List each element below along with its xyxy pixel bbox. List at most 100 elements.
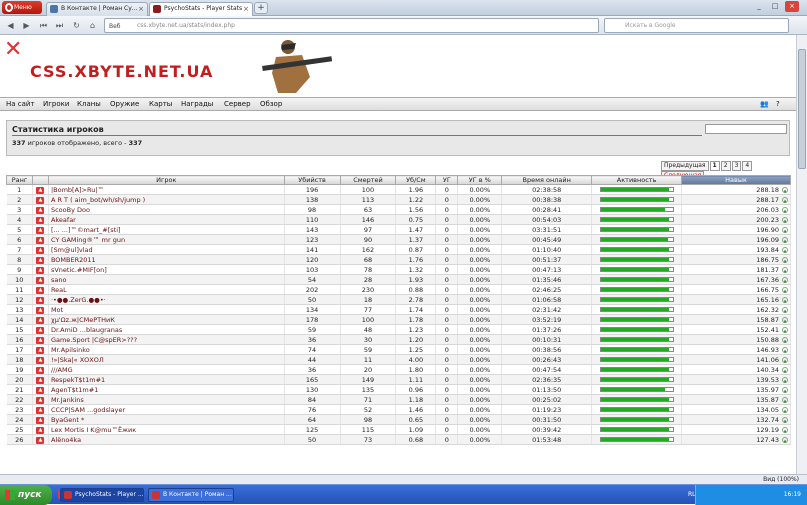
- player-cell[interactable]: BOMBER2011: [48, 254, 285, 265]
- player-name-link[interactable]: Mr.Jankins: [51, 396, 84, 404]
- table-row[interactable]: 21 ▲ AgenT$t1m#1 130 135 0.96 0 0.00% 01:13:50 13…: [6, 384, 791, 395]
- table-row[interactable]: 8 ▲ BOMBER2011 120 68 1.76 0 0.00% 00:51:37 186.7…: [6, 254, 791, 265]
- table-row[interactable]: 19 ▲///AMG 36 20 1.80 0 0.00% 00:47:54 140.34 ▲: [6, 364, 791, 375]
- table-row[interactable]: 2 ▲ A R T ( aim_bot/wh/sh/jump ) 138 113 1.22…: [6, 194, 791, 205]
- menu-item-weapons[interactable]: Оружие: [110, 100, 139, 108]
- player-cell[interactable]: Game.Sport |C@spER>???: [48, 334, 285, 345]
- table-row[interactable]: 20 ▲ RespekT$t1m#1 165 149 1.11 0 0.00% 02:36:35…: [6, 374, 791, 385]
- player-cell[interactable]: Mr.Apilsinko: [48, 344, 285, 355]
- player-cell[interactable]: [... ...]™©mart_#[sti]: [48, 224, 285, 235]
- table-row[interactable]: 13 ▲ Mot 134 77 1.74 0 0.00% 02:31:42 162.32 ▲: [6, 304, 791, 315]
- col-player[interactable]: Игрок: [47, 175, 285, 185]
- page-4[interactable]: 4: [742, 161, 753, 171]
- table-row[interactable]: 10 ▲ sano 54 28 1.93 0 0.00% 01:35:46 167.36 ▲: [6, 274, 791, 285]
- page-1[interactable]: 1: [709, 161, 720, 171]
- player-cell[interactable]: Akeafar: [48, 214, 285, 225]
- table-row[interactable]: 4 ▲ Akeafar 110 146 0.75 0 0.00% 00:54:03 200.23 ▲: [6, 214, 791, 225]
- col-rank[interactable]: Ранг: [6, 175, 33, 185]
- maximize-button[interactable]: □: [768, 1, 782, 12]
- player-cell[interactable]: ByaGent *: [48, 414, 285, 425]
- home-icon[interactable]: ⌂: [86, 19, 99, 32]
- menu-item-server[interactable]: Сервер: [224, 100, 251, 108]
- player-cell[interactable]: Mot: [48, 304, 285, 315]
- col-online-time[interactable]: Время онлайн: [501, 175, 593, 185]
- player-cell[interactable]: ScooBy Doo: [48, 204, 285, 215]
- page-3[interactable]: 3: [731, 161, 742, 171]
- help-icon[interactable]: ?: [776, 100, 780, 108]
- prev-page-button[interactable]: Предыдущая: [661, 161, 709, 171]
- menu-item-home[interactable]: На сайт: [6, 100, 35, 108]
- close-window-button[interactable]: ×: [785, 1, 799, 12]
- table-row[interactable]: 23 ▲ CCCP|SAM ...godslayer 76 52 1.46 0 0.00% 01…: [6, 404, 791, 415]
- player-cell[interactable]: sVnetic.#MIF[on]: [48, 264, 285, 275]
- table-row[interactable]: 6 ▲ CY GAMing®™ mr gun 123 90 1.37 0 0.00% 00:45…: [6, 234, 791, 245]
- close-tab-icon[interactable]: ×: [243, 3, 249, 15]
- player-cell[interactable]: A R T ( aim_bot/wh/sh/jump ): [48, 194, 285, 205]
- menu-item-overview[interactable]: Обзор: [260, 100, 282, 108]
- player-name-link[interactable]: ByaGent *: [51, 416, 84, 424]
- table-row[interactable]: 26 ▲ Alёno4ka 50 73 0.68 0 0.00% 01:53:48 127.43 ▲: [6, 434, 791, 445]
- menu-item-players[interactable]: Игроки: [43, 100, 69, 108]
- player-cell[interactable]: Dr.AmiD ...blaugranas: [48, 324, 285, 335]
- player-cell[interactable]: CY GAMing®™ mr gun: [48, 234, 285, 245]
- table-row[interactable]: 22 ▲ Mr.Jankins 84 71 1.18 0 0.00% 00:25:02 135.8…: [6, 394, 791, 405]
- table-row[interactable]: 17 ▲ Mr.Apilsinko 74 59 1.25 0 0.00% 00:38:56 146…: [6, 344, 791, 355]
- player-name-link[interactable]: χμ'Ωz.ж|СМеРТНиК: [51, 316, 115, 324]
- col-hs[interactable]: УГ: [435, 175, 459, 185]
- player-name-link[interactable]: ///AMG: [51, 366, 73, 374]
- taskbar-item-vkontakte[interactable]: В Контакте | Роман ...: [148, 488, 234, 502]
- player-cell[interactable]: [Sm@ul]vlad: [48, 244, 285, 255]
- scrollbar-thumb[interactable]: [798, 49, 806, 169]
- users-icon[interactable]: 👥: [760, 100, 769, 108]
- table-row[interactable]: 11 ▲ ReaL 202 230 0.88 0 0.00% 02:46:25 166.75 ▲: [6, 284, 791, 295]
- player-name-link[interactable]: ReaL: [51, 286, 67, 294]
- table-row[interactable]: 7 ▲ [Sm@ul]vlad 141 162 0.87 0 0.00% 01:10:40 193…: [6, 244, 791, 255]
- table-row[interactable]: 14 ▲ χμ'Ωz.ж|СМеРТНиК 178 100 1.78 0 0.00% 03:52…: [6, 314, 791, 325]
- table-row[interactable]: 25 ▲ Lex Mortis I K@mu™Ёжик 125 115 1.09 0 0.00…: [6, 424, 791, 435]
- player-name-link[interactable]: Lex Mortis I K@mu™Ёжик: [51, 426, 136, 434]
- player-cell[interactable]: ///AMG: [48, 364, 285, 375]
- table-row[interactable]: 24 ▲ ByaGent * 64 98 0.65 0 0.00% 00:31:50 132.74…: [6, 414, 791, 425]
- player-cell[interactable]: ·•●●.ZerG.●●•·: [48, 294, 285, 305]
- player-name-link[interactable]: ScooBy Doo: [51, 206, 90, 214]
- player-cell[interactable]: |Bomb[A]>Ru|™: [48, 184, 285, 195]
- player-name-link[interactable]: AgenT$t1m#1: [51, 386, 98, 394]
- col-kills[interactable]: Убийств: [283, 175, 341, 185]
- player-name-link[interactable]: Dr.AmiD ...blaugranas: [51, 326, 122, 334]
- table-row[interactable]: 3 ▲ ScooBy Doo 98 63 1.56 0 0.00% 00:28:41 206.03…: [6, 204, 791, 215]
- table-row[interactable]: 18 ▲ !»|Ska|« ХОХОЛ 44 11 4.00 0 0.00% 00:26:43 1…: [6, 354, 791, 365]
- page-scrollbar[interactable]: [796, 35, 807, 484]
- table-row[interactable]: 5 ▲ [... ...]™©mart_#[sti] 143 97 1.47 0 0.00% 0…: [6, 224, 791, 235]
- start-button[interactable]: пуск: [0, 485, 52, 505]
- table-row[interactable]: 16 ▲ Game.Sport |C@spER>??? 36 30 1.20 0 0.00% 0…: [6, 334, 791, 345]
- player-name-link[interactable]: Game.Sport |C@spER>???: [51, 336, 137, 344]
- col-hs-pct[interactable]: УГ в %: [457, 175, 503, 185]
- fast-forward-icon[interactable]: ⏭: [53, 19, 66, 32]
- opera-menu-button[interactable]: Меню: [2, 1, 42, 14]
- col-skill[interactable]: Навык: [681, 175, 791, 185]
- col-kd[interactable]: Уб/См: [395, 175, 437, 185]
- col-activity[interactable]: Активность: [591, 175, 683, 185]
- player-cell[interactable]: !»|Ska|« ХОХОЛ: [48, 354, 285, 365]
- player-name-link[interactable]: Mr.Apilsinko: [51, 346, 90, 354]
- back-icon[interactable]: ◀: [4, 19, 17, 32]
- player-cell[interactable]: sano: [48, 274, 285, 285]
- reload-icon[interactable]: ↻: [70, 19, 83, 32]
- minimize-button[interactable]: _: [752, 1, 766, 12]
- player-name-link[interactable]: RespekT$t1m#1: [51, 376, 105, 384]
- table-row[interactable]: 15 ▲ Dr.AmiD ...blaugranas 59 48 1.23 0 0.00% 01…: [6, 324, 791, 335]
- forward-icon[interactable]: ▶: [20, 19, 33, 32]
- player-cell[interactable]: ReaL: [48, 284, 285, 295]
- search-field[interactable]: Искать в Google: [604, 18, 789, 33]
- player-name-link[interactable]: A R T ( aim_bot/wh/sh/jump ): [51, 196, 145, 204]
- player-name-link[interactable]: CCCP|SAM ...godslayer: [51, 406, 125, 414]
- player-cell[interactable]: AgenT$t1m#1: [48, 384, 285, 395]
- player-name-link[interactable]: Alёno4ka: [51, 436, 81, 444]
- table-row[interactable]: 1 ▲ |Bomb[A]>Ru|™ 196 100 1.96 0 0.00% 02:38:58 2…: [6, 184, 791, 195]
- table-row[interactable]: 12 ▲ ·•●●.ZerG.●●•· 50 18 2.78 0 0.00% 01:06:58 1…: [6, 294, 791, 305]
- player-cell[interactable]: Lex Mortis I K@mu™Ёжик: [48, 424, 285, 435]
- zoom-level[interactable]: Вид (100%): [763, 475, 799, 484]
- rewind-icon[interactable]: ⏮: [37, 19, 50, 32]
- tab-vkontakte[interactable]: В Контакте | Роман Су... ×: [46, 2, 148, 16]
- address-bar[interactable]: Веб css.xbyte.net.ua/stats/index.php: [104, 18, 599, 33]
